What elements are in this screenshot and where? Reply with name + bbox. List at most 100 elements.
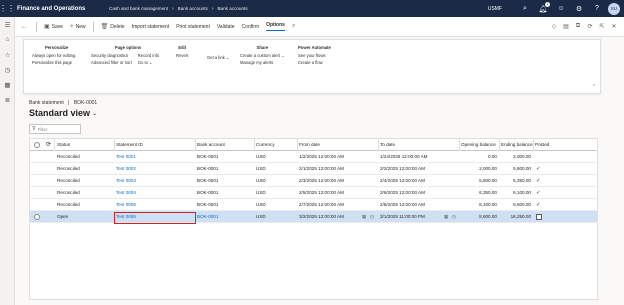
calendar-icon[interactable]: ▦ xyxy=(444,211,448,223)
statement-id-link[interactable]: Test 0001 xyxy=(116,151,136,163)
back-button[interactable]: ← xyxy=(21,24,29,30)
clock-icon[interactable]: ◷ xyxy=(452,211,456,223)
table-row-selected[interactable]: Open Test 0006 BOK-0001 USD 3/2/2025 12:… xyxy=(30,211,597,224)
get-a-link-dropdown[interactable]: Get a link ⌄ xyxy=(207,55,229,62)
column-header-to-date[interactable]: To date xyxy=(380,139,395,151)
collapse-ribbon-icon[interactable]: ⌃ xyxy=(592,84,596,90)
clock-icon[interactable]: ◷ xyxy=(0,62,15,77)
star-icon[interactable]: ☆ xyxy=(0,47,15,62)
ending-balance-cell: 8,100.00 xyxy=(513,190,531,195)
statement-id-link[interactable]: Test 0002 xyxy=(116,163,136,175)
security-diagnostics-button[interactable]: Security diagnostics xyxy=(91,53,132,60)
revert-button[interactable]: Revert xyxy=(176,53,188,60)
opening-balance-cell: 6,350.00 xyxy=(479,190,497,195)
column-header-status[interactable]: Status xyxy=(57,139,70,151)
create-custom-alert-dropdown[interactable]: Create a custom alert ⌄ xyxy=(240,53,285,60)
tab-confirm[interactable]: Confirm xyxy=(242,24,260,30)
always-open-for-editing-button[interactable]: Always open for editing xyxy=(32,53,75,60)
column-header-currency[interactable]: Currency xyxy=(256,139,275,151)
diamond-icon[interactable]: ◇ xyxy=(548,23,560,30)
manage-my-alerts-button[interactable]: Manage my alerts xyxy=(240,60,285,67)
help-icon[interactable]: ? xyxy=(588,5,606,12)
tab-options[interactable]: Options xyxy=(266,22,285,31)
see-your-flows-button[interactable]: See your flows xyxy=(298,53,331,60)
status-cell: Reconciled xyxy=(57,190,80,195)
statement-id-link[interactable]: Test 0005 xyxy=(116,199,136,211)
record-info-button[interactable]: Record info xyxy=(138,53,159,60)
advanced-filter-button[interactable]: Advanced filter or sort xyxy=(91,60,132,67)
table-row[interactable]: Reconciled Test 0001 BOK-0001 USD 1/2/20… xyxy=(30,151,597,163)
chat-icon[interactable]: ☺ xyxy=(552,5,570,12)
table-row[interactable]: Reconciled Test 0005 BOK-0001 USD 2/7/20… xyxy=(30,199,597,211)
column-header-opening-balance[interactable]: Opening balance xyxy=(461,139,496,151)
ribbon-group-title: Power Automate xyxy=(298,45,331,50)
new-button[interactable]: + New xyxy=(70,24,86,30)
refresh-icon[interactable]: ⟳ xyxy=(584,23,596,30)
clock-icon[interactable]: ◷ xyxy=(370,211,374,223)
column-header-ending-balance[interactable]: Ending balance xyxy=(501,139,533,151)
bank-account-link[interactable]: BOK-0001 xyxy=(197,211,218,223)
search-icon[interactable]: ⌕ xyxy=(516,5,534,13)
options-ribbon: Personalize Always open for editing Pers… xyxy=(23,39,601,94)
statement-id-link[interactable]: Test 0003 xyxy=(116,175,136,187)
bank-account-cell: BOK-0001 xyxy=(197,166,219,171)
currency-cell: USD xyxy=(256,202,266,207)
app-name[interactable]: Finance and Operations xyxy=(14,6,109,12)
avatar[interactable]: SU xyxy=(608,2,620,15)
from-date-cell: 1/2/2025 12:00:00 AM xyxy=(299,154,344,159)
office-icon[interactable]: ▤ xyxy=(560,23,572,30)
breadcrumb-item[interactable]: Bank accounts xyxy=(178,6,208,11)
statement-id-link[interactable]: Test 0004 xyxy=(116,187,136,199)
tab-print-statement[interactable]: Print statement xyxy=(176,24,210,30)
personalize-page-button[interactable]: Personalize this page xyxy=(32,60,75,67)
create-custom-alert-label: Create a custom alert xyxy=(240,53,281,58)
home-icon[interactable]: ⌂ xyxy=(0,32,15,47)
statement-id-link[interactable]: Test 0006 xyxy=(116,211,136,223)
breadcrumb-item[interactable]: Bank accounts xyxy=(217,6,247,11)
bell-icon[interactable]: 🔔︎ 1 xyxy=(534,1,552,13)
select-all-radio[interactable] xyxy=(34,142,40,148)
gear-icon[interactable]: ⚙ xyxy=(570,5,588,13)
list-icon[interactable]: ≣ xyxy=(0,92,15,107)
filter-input[interactable]: ⊽ Filter xyxy=(29,124,81,134)
breadcrumb: Cash and bank management › Bank accounts… xyxy=(109,6,248,12)
delete-button[interactable]: 🗑︎ Delete xyxy=(100,23,125,31)
from-date-field[interactable]: 3/2/2025 12:00:00 AM xyxy=(299,211,344,223)
bank-account-cell: BOK-0001 xyxy=(197,202,219,207)
divider xyxy=(36,21,37,32)
grid-empty-area xyxy=(30,223,597,299)
chevron-down-icon: ⌄ xyxy=(281,53,285,58)
go-to-label: Go to xyxy=(137,60,148,65)
breadcrumb-item[interactable]: Cash and bank management xyxy=(109,6,168,11)
app-launcher-icon[interactable]: ⋮⋮ xyxy=(0,0,15,17)
tab-import-statement[interactable]: Import statement xyxy=(132,24,170,30)
action-search-button[interactable]: ⌕ xyxy=(292,23,297,30)
row-select-radio[interactable] xyxy=(34,214,40,220)
popout-icon[interactable]: ⇱ xyxy=(596,23,608,30)
go-to-dropdown[interactable]: Go to ⌄ xyxy=(138,60,159,67)
table-row[interactable]: Reconciled Test 0004 BOK-0001 USD 2/5/20… xyxy=(30,187,597,199)
trash-icon: 🗑︎ xyxy=(100,24,109,30)
tab-validate[interactable]: Validate xyxy=(217,24,235,30)
column-header-from-date[interactable]: From date xyxy=(299,139,320,151)
create-a-flow-button[interactable]: Create a flow xyxy=(298,60,331,67)
column-header-statement-id[interactable]: Statement ID xyxy=(116,139,143,151)
column-header-bank-account[interactable]: Bank account xyxy=(197,139,225,151)
hamburger-menu-icon[interactable]: ☰ xyxy=(0,17,15,32)
refresh-icon[interactable]: ⟳ xyxy=(46,139,51,151)
attachment-icon[interactable]: ⧉ xyxy=(572,23,584,30)
workspaces-icon[interactable]: ▦ xyxy=(0,77,15,92)
calendar-icon[interactable]: ▦ xyxy=(362,211,366,223)
bank-account-cell: BOK-0001 xyxy=(197,190,219,195)
column-header-posted[interactable]: Posted xyxy=(535,139,549,151)
close-icon[interactable]: ✕ xyxy=(608,23,620,30)
table-row[interactable]: Reconciled Test 0002 BOK-0001 USD 2/1/20… xyxy=(30,163,597,175)
page-title: Standard view xyxy=(29,108,91,118)
to-date-field[interactable]: 3/1/2025 11:00:00 PM xyxy=(380,211,425,223)
save-button[interactable]: ▣ Save xyxy=(44,23,63,31)
posted-checkbox[interactable] xyxy=(536,214,542,220)
view-selector[interactable]: Standard view ⌄ xyxy=(29,108,97,118)
company-picker[interactable]: USMF xyxy=(488,6,502,12)
posted-cell: ✓ xyxy=(536,178,541,184)
table-row[interactable]: Reconciled Test 0003 BOK-0001 USD 2/3/20… xyxy=(30,175,597,187)
